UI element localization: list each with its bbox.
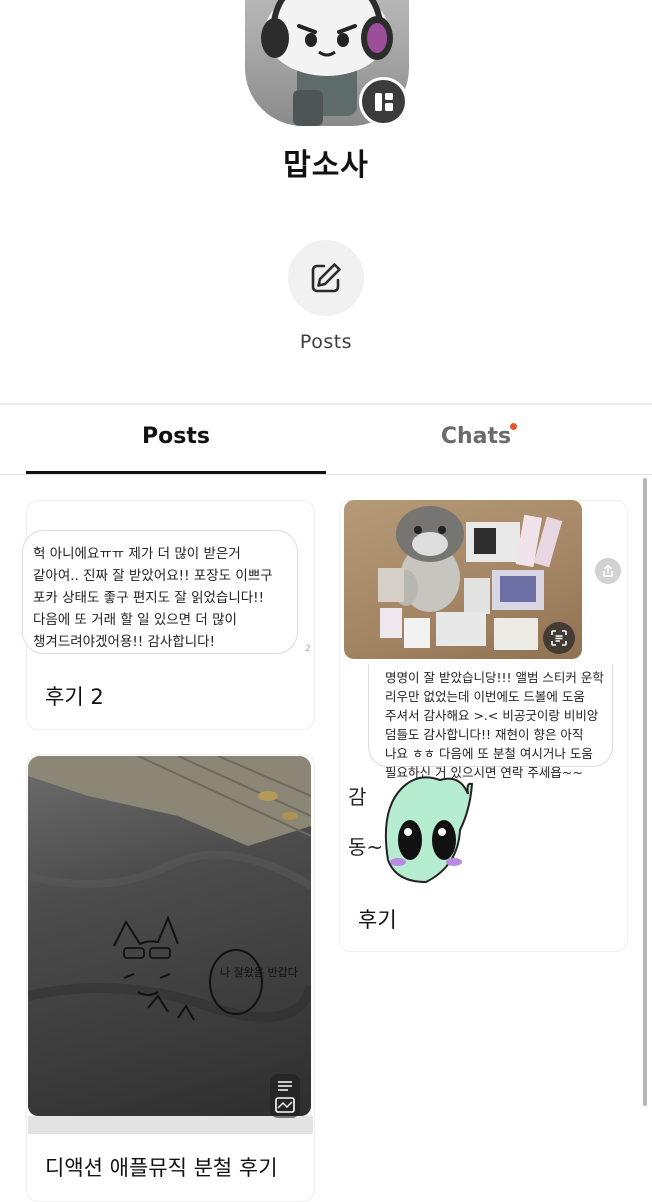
post-title: 디액션 애플뮤직 분철 후기: [45, 1156, 278, 1180]
post-thumbnail-message: 명명이 잘 받았습니당!!! 앨범 스티커 운학 리우만 없었는데 이번에도 드…: [368, 664, 613, 780]
tabs-divider: [0, 474, 652, 475]
image-gallery-icon[interactable]: [270, 1074, 300, 1118]
section-divider: [0, 403, 652, 405]
post-thumbnail-photo: 나 잘왔음 반갑다: [28, 756, 311, 1116]
posts-action-label: Posts: [299, 331, 353, 353]
tab-chats[interactable]: Chats: [326, 424, 626, 456]
post-thumbnail-message: 헉 아니에요ㅠㅠ 제가 더 많이 받은거 같아여.. 진짜 잘 받았어요!! 포…: [22, 530, 298, 654]
post-thumbnail-page-number: 2: [305, 644, 311, 654]
scan-text-icon[interactable]: [543, 622, 575, 654]
posts-action-button[interactable]: [288, 240, 364, 316]
post-title: 후기: [358, 908, 397, 932]
scrollbar[interactable]: [643, 478, 647, 1106]
share-icon[interactable]: [595, 558, 621, 584]
post-title: 후기 2: [45, 685, 104, 709]
tab-posts[interactable]: Posts: [26, 424, 326, 456]
profile-name: 맙소사: [283, 148, 369, 183]
alien-drawing: 감 동~: [340, 770, 540, 890]
post-thumbnail-caption-strip: [28, 1116, 313, 1134]
photo-doodle-text: 나 잘왔음 반갑다: [220, 966, 298, 979]
svg-text:동~: 동~: [348, 835, 383, 859]
edit-icon: [311, 263, 341, 293]
chats-notification-dot: [510, 423, 517, 430]
svg-text:감: 감: [348, 785, 366, 809]
collection-icon[interactable]: [359, 77, 408, 126]
